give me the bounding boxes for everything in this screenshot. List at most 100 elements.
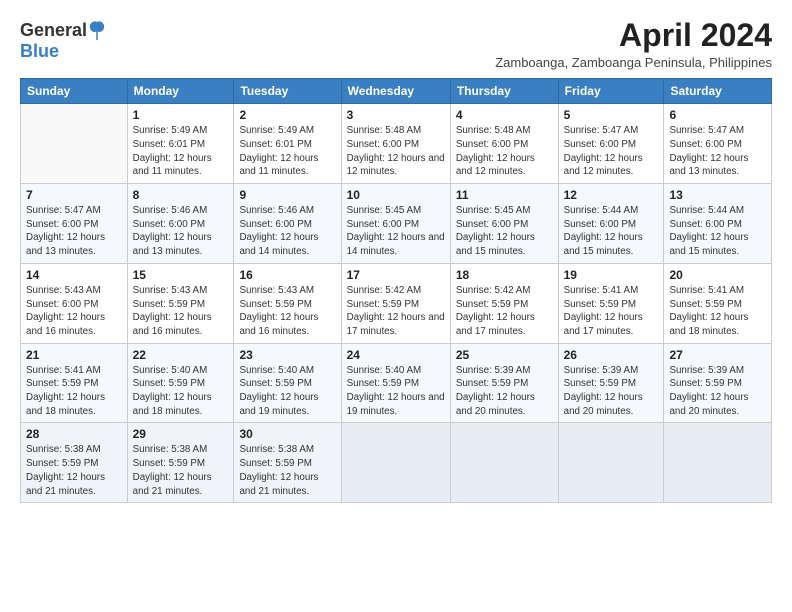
calendar-cell — [21, 104, 128, 184]
day-number: 8 — [133, 188, 229, 202]
day-info: Sunrise: 5:47 AMSunset: 6:00 PMDaylight:… — [26, 204, 122, 259]
calendar-cell: 7 Sunrise: 5:47 AMSunset: 6:00 PMDaylight… — [21, 184, 128, 264]
day-info: Sunrise: 5:40 AMSunset: 5:59 PMDaylight:… — [239, 364, 335, 419]
logo-bird-icon — [88, 20, 106, 42]
calendar-cell: 12 Sunrise: 5:44 AMSunset: 6:00 PMDayligh… — [558, 184, 664, 264]
day-number: 12 — [564, 188, 659, 202]
calendar-cell — [664, 423, 772, 503]
logo: General Blue — [20, 20, 106, 62]
calendar-cell — [341, 423, 450, 503]
day-info: Sunrise: 5:48 AMSunset: 6:00 PMDaylight:… — [456, 124, 553, 179]
weekday-header-row: Sunday Monday Tuesday Wednesday Thursday… — [21, 79, 772, 104]
day-number: 29 — [133, 427, 229, 441]
day-info: Sunrise: 5:38 AMSunset: 5:59 PMDaylight:… — [26, 443, 122, 498]
header-wednesday: Wednesday — [341, 79, 450, 104]
header-monday: Monday — [127, 79, 234, 104]
day-info: Sunrise: 5:40 AMSunset: 5:59 PMDaylight:… — [347, 364, 445, 419]
calendar-cell: 4 Sunrise: 5:48 AMSunset: 6:00 PMDaylight… — [450, 104, 558, 184]
calendar-cell: 22 Sunrise: 5:40 AMSunset: 5:59 PMDayligh… — [127, 343, 234, 423]
day-info: Sunrise: 5:45 AMSunset: 6:00 PMDaylight:… — [347, 204, 445, 259]
day-info: Sunrise: 5:40 AMSunset: 5:59 PMDaylight:… — [133, 364, 229, 419]
calendar-cell: 16 Sunrise: 5:43 AMSunset: 5:59 PMDayligh… — [234, 263, 341, 343]
day-number: 5 — [564, 108, 659, 122]
day-info: Sunrise: 5:43 AMSunset: 5:59 PMDaylight:… — [133, 284, 229, 339]
location-subtitle: Zamboanga, Zamboanga Peninsula, Philippi… — [495, 55, 772, 70]
day-number: 23 — [239, 348, 335, 362]
day-number: 17 — [347, 268, 445, 282]
day-number: 6 — [669, 108, 766, 122]
day-number: 28 — [26, 427, 122, 441]
calendar-cell: 3Sunrise: 5:48 AMSunset: 6:00 PMDaylight… — [341, 104, 450, 184]
calendar-cell: 27Sunrise: 5:39 AMSunset: 5:59 PMDayligh… — [664, 343, 772, 423]
header-row: General Blue April 2024 Zamboanga, Zambo… — [20, 18, 772, 70]
day-number: 11 — [456, 188, 553, 202]
day-number: 25 — [456, 348, 553, 362]
calendar-cell: 18 Sunrise: 5:42 AMSunset: 5:59 PMDayligh… — [450, 263, 558, 343]
day-number: 15 — [133, 268, 229, 282]
calendar-cell: 17Sunrise: 5:42 AMSunset: 5:59 PMDayligh… — [341, 263, 450, 343]
day-info: Sunrise: 5:44 AMSunset: 6:00 PMDaylight:… — [669, 204, 766, 259]
day-info: Sunrise: 5:46 AMSunset: 6:00 PMDaylight:… — [239, 204, 335, 259]
day-info: Sunrise: 5:47 AMSunset: 6:00 PMDaylight:… — [564, 124, 659, 179]
calendar-cell: 11 Sunrise: 5:45 AMSunset: 6:00 PMDayligh… — [450, 184, 558, 264]
day-number: 16 — [239, 268, 335, 282]
calendar-table: Sunday Monday Tuesday Wednesday Thursday… — [20, 78, 772, 503]
day-number: 24 — [347, 348, 445, 362]
day-number: 3 — [347, 108, 445, 122]
calendar-week-row: 14Sunrise: 5:43 AMSunset: 6:00 PMDayligh… — [21, 263, 772, 343]
day-number: 27 — [669, 348, 766, 362]
day-info: Sunrise: 5:45 AMSunset: 6:00 PMDaylight:… — [456, 204, 553, 259]
calendar-cell: 24 Sunrise: 5:40 AMSunset: 5:59 PMDayligh… — [341, 343, 450, 423]
title-block: April 2024 Zamboanga, Zamboanga Peninsul… — [495, 18, 772, 70]
calendar-cell: 20Sunrise: 5:41 AMSunset: 5:59 PMDayligh… — [664, 263, 772, 343]
page: General Blue April 2024 Zamboanga, Zambo… — [0, 0, 792, 612]
logo-blue: Blue — [20, 41, 59, 61]
calendar-cell: 1Sunrise: 5:49 AMSunset: 6:01 PMDaylight… — [127, 104, 234, 184]
calendar-cell: 2 Sunrise: 5:49 AMSunset: 6:01 PMDaylight… — [234, 104, 341, 184]
calendar-cell: 26 Sunrise: 5:39 AMSunset: 5:59 PMDayligh… — [558, 343, 664, 423]
calendar-cell: 19Sunrise: 5:41 AMSunset: 5:59 PMDayligh… — [558, 263, 664, 343]
header-friday: Friday — [558, 79, 664, 104]
day-number: 1 — [133, 108, 229, 122]
header-saturday: Saturday — [664, 79, 772, 104]
day-info: Sunrise: 5:49 AMSunset: 6:01 PMDaylight:… — [239, 124, 335, 179]
day-info: Sunrise: 5:38 AMSunset: 5:59 PMDaylight:… — [133, 443, 229, 498]
day-number: 4 — [456, 108, 553, 122]
calendar-cell: 21Sunrise: 5:41 AMSunset: 5:59 PMDayligh… — [21, 343, 128, 423]
day-number: 9 — [239, 188, 335, 202]
header-tuesday: Tuesday — [234, 79, 341, 104]
header-thursday: Thursday — [450, 79, 558, 104]
calendar-week-row: 7 Sunrise: 5:47 AMSunset: 6:00 PMDaylight… — [21, 184, 772, 264]
day-info: Sunrise: 5:44 AMSunset: 6:00 PMDaylight:… — [564, 204, 659, 259]
day-info: Sunrise: 5:38 AMSunset: 5:59 PMDaylight:… — [239, 443, 335, 498]
calendar-cell — [450, 423, 558, 503]
day-number: 10 — [347, 188, 445, 202]
day-number: 18 — [456, 268, 553, 282]
calendar-cell: 13Sunrise: 5:44 AMSunset: 6:00 PMDayligh… — [664, 184, 772, 264]
day-number: 22 — [133, 348, 229, 362]
calendar-cell: 25 Sunrise: 5:39 AMSunset: 5:59 PMDayligh… — [450, 343, 558, 423]
day-info: Sunrise: 5:39 AMSunset: 5:59 PMDaylight:… — [456, 364, 553, 419]
calendar-cell — [558, 423, 664, 503]
day-number: 20 — [669, 268, 766, 282]
calendar-cell: 9 Sunrise: 5:46 AMSunset: 6:00 PMDaylight… — [234, 184, 341, 264]
day-info: Sunrise: 5:39 AMSunset: 5:59 PMDaylight:… — [564, 364, 659, 419]
day-number: 2 — [239, 108, 335, 122]
calendar-cell: 30Sunrise: 5:38 AMSunset: 5:59 PMDayligh… — [234, 423, 341, 503]
calendar-cell: 5 Sunrise: 5:47 AMSunset: 6:00 PMDaylight… — [558, 104, 664, 184]
calendar-cell: 10 Sunrise: 5:45 AMSunset: 6:00 PMDayligh… — [341, 184, 450, 264]
day-info: Sunrise: 5:47 AMSunset: 6:00 PMDaylight:… — [669, 124, 766, 179]
day-info: Sunrise: 5:46 AMSunset: 6:00 PMDaylight:… — [133, 204, 229, 259]
calendar-week-row: 28 Sunrise: 5:38 AMSunset: 5:59 PMDayligh… — [21, 423, 772, 503]
day-info: Sunrise: 5:43 AMSunset: 5:59 PMDaylight:… — [239, 284, 335, 339]
calendar-cell: 28 Sunrise: 5:38 AMSunset: 5:59 PMDayligh… — [21, 423, 128, 503]
calendar-week-row: 1 Sunrise: 5:49 AMSunset: 6:01 PMDaylight… — [21, 104, 772, 184]
calendar-cell: 15 Sunrise: 5:43 AMSunset: 5:59 PMDayligh… — [127, 263, 234, 343]
day-number: 7 — [26, 188, 122, 202]
calendar-cell: 6 Sunrise: 5:47 AMSunset: 6:00 PMDaylight… — [664, 104, 772, 184]
calendar-cell: 8 Sunrise: 5:46 AMSunset: 6:00 PMDaylight… — [127, 184, 234, 264]
day-info: Sunrise: 5:42 AMSunset: 5:59 PMDaylight:… — [456, 284, 553, 339]
day-info: Sunrise: 5:41 AMSunset: 5:59 PMDaylight:… — [564, 284, 659, 339]
day-number: 14 — [26, 268, 122, 282]
day-number: 26 — [564, 348, 659, 362]
